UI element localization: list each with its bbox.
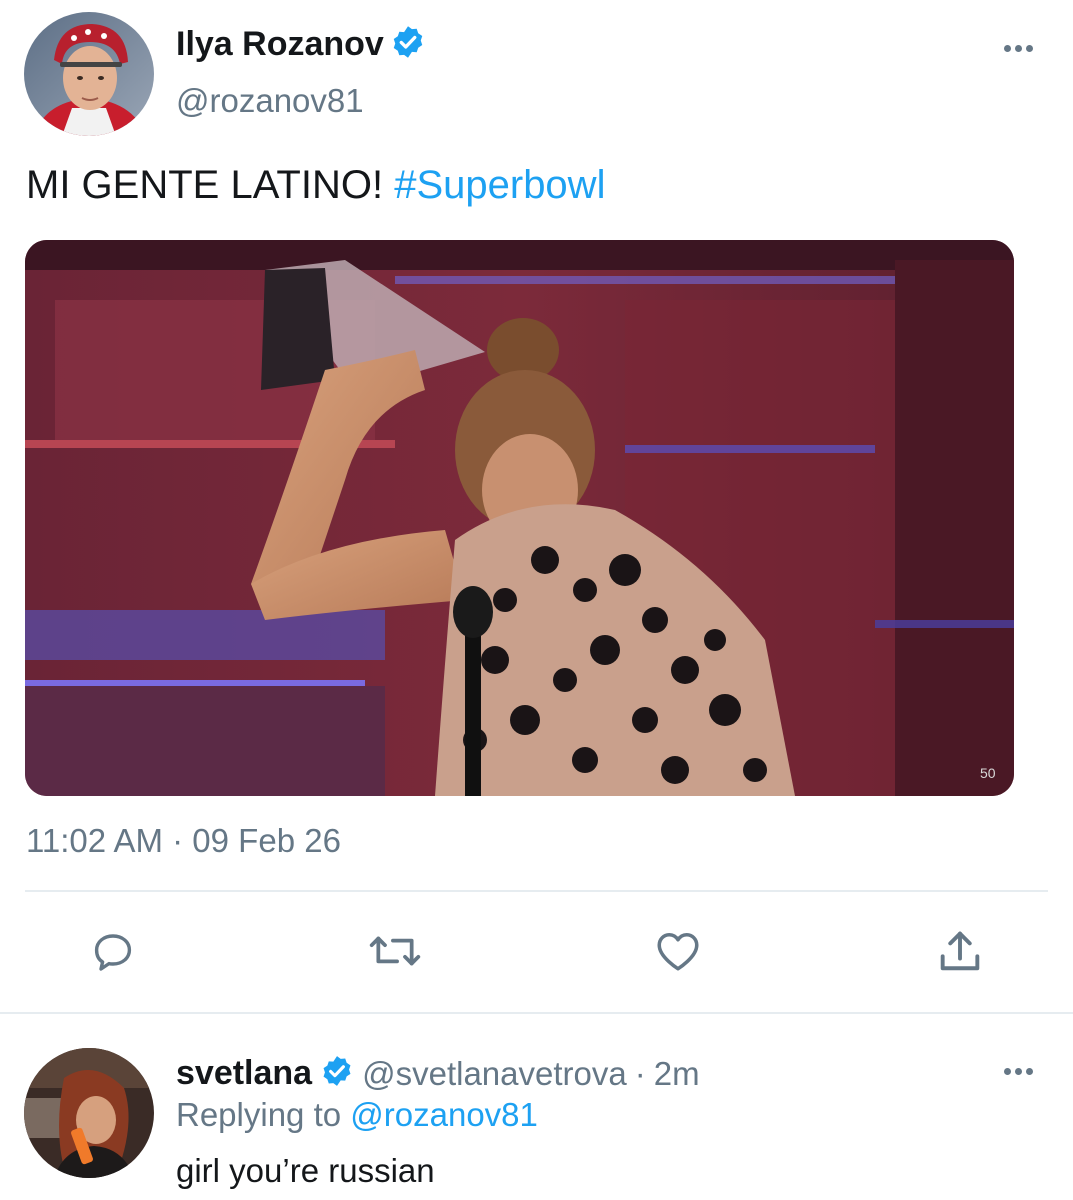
replying-to-line: Replying to @rozanov81 xyxy=(176,1096,538,1134)
share-button[interactable] xyxy=(934,926,986,978)
tweet-timestamp[interactable]: 11:02 AM · 09 Feb 26 xyxy=(26,822,341,860)
woman-drinking-photo xyxy=(24,1048,154,1178)
replying-to-handle[interactable]: @rozanov81 xyxy=(350,1096,538,1133)
reply-separator: · xyxy=(634,1054,646,1092)
like-button[interactable] xyxy=(652,926,704,976)
reply-author-handle[interactable]: @svetlanavetrova xyxy=(362,1055,627,1093)
share-icon xyxy=(940,931,980,971)
reply-text: girl you’re russian xyxy=(176,1152,435,1189)
reply-author-avatar[interactable] xyxy=(24,1048,154,1178)
replying-to-label: Replying to xyxy=(176,1096,342,1133)
reply-more-options-icon[interactable] xyxy=(1004,1068,1033,1075)
reply-icon xyxy=(94,934,132,971)
media-watermark: 50 xyxy=(980,765,996,781)
retweet-button[interactable] xyxy=(366,926,424,976)
verified-badge-icon xyxy=(390,24,426,65)
verified-badge-icon xyxy=(320,1054,354,1093)
reply-button[interactable] xyxy=(88,928,138,976)
award-speech-image: 50 xyxy=(25,240,1014,796)
divider-bottom xyxy=(0,1012,1073,1014)
like-icon xyxy=(657,932,699,971)
hashtag-link[interactable]: #Superbowl xyxy=(394,163,605,207)
tweet-media[interactable]: 50 xyxy=(25,240,1014,796)
tweet-body: MI GENTE LATINO! xyxy=(26,163,384,207)
author-avatar[interactable] xyxy=(24,12,154,136)
author-name[interactable]: Ilya Rozanov xyxy=(176,25,384,64)
author-handle[interactable]: @rozanov81 xyxy=(176,82,364,120)
divider-top xyxy=(25,890,1048,892)
more-options-icon[interactable] xyxy=(1004,45,1033,52)
reply-time[interactable]: 2m xyxy=(654,1055,700,1093)
hockey-player-photo xyxy=(24,12,154,136)
reply-author-name[interactable]: svetlana xyxy=(176,1054,312,1093)
tweet-text: MI GENTE LATINO! #Superbowl xyxy=(26,163,605,208)
retweet-icon xyxy=(369,936,421,966)
